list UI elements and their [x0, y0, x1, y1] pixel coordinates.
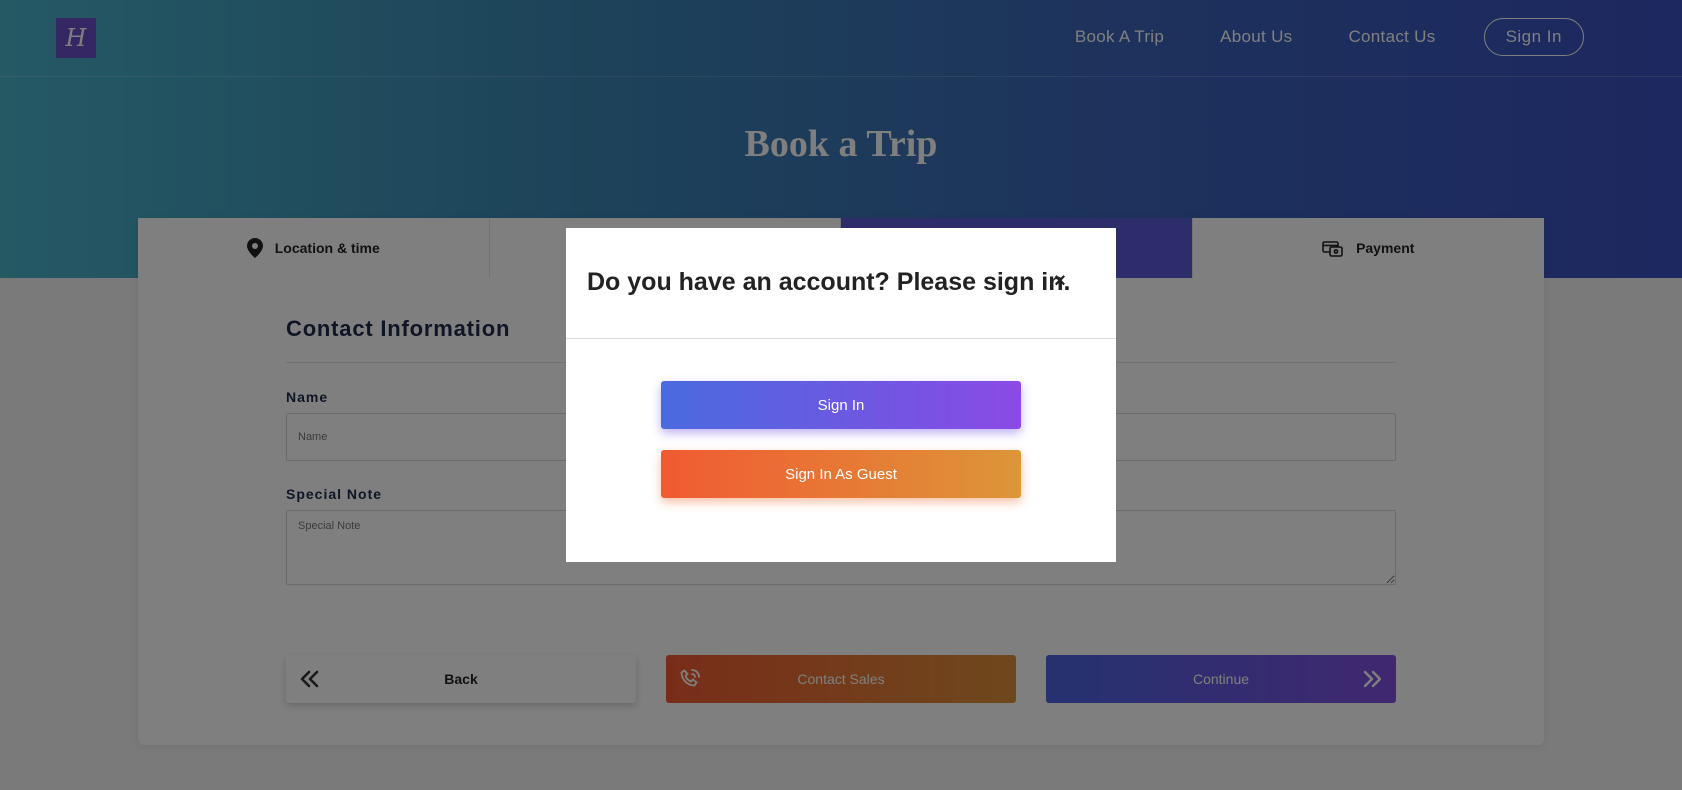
modal-sign-in-button[interactable]: Sign In — [661, 381, 1021, 429]
modal-divider — [566, 338, 1116, 339]
sign-in-modal: Do you have an account? Please sign in. … — [566, 228, 1116, 562]
close-icon[interactable]: × — [1050, 270, 1070, 292]
modal-title: Do you have an account? Please sign in. — [587, 268, 1071, 296]
modal-sign-in-guest-button[interactable]: Sign In As Guest — [661, 450, 1021, 498]
